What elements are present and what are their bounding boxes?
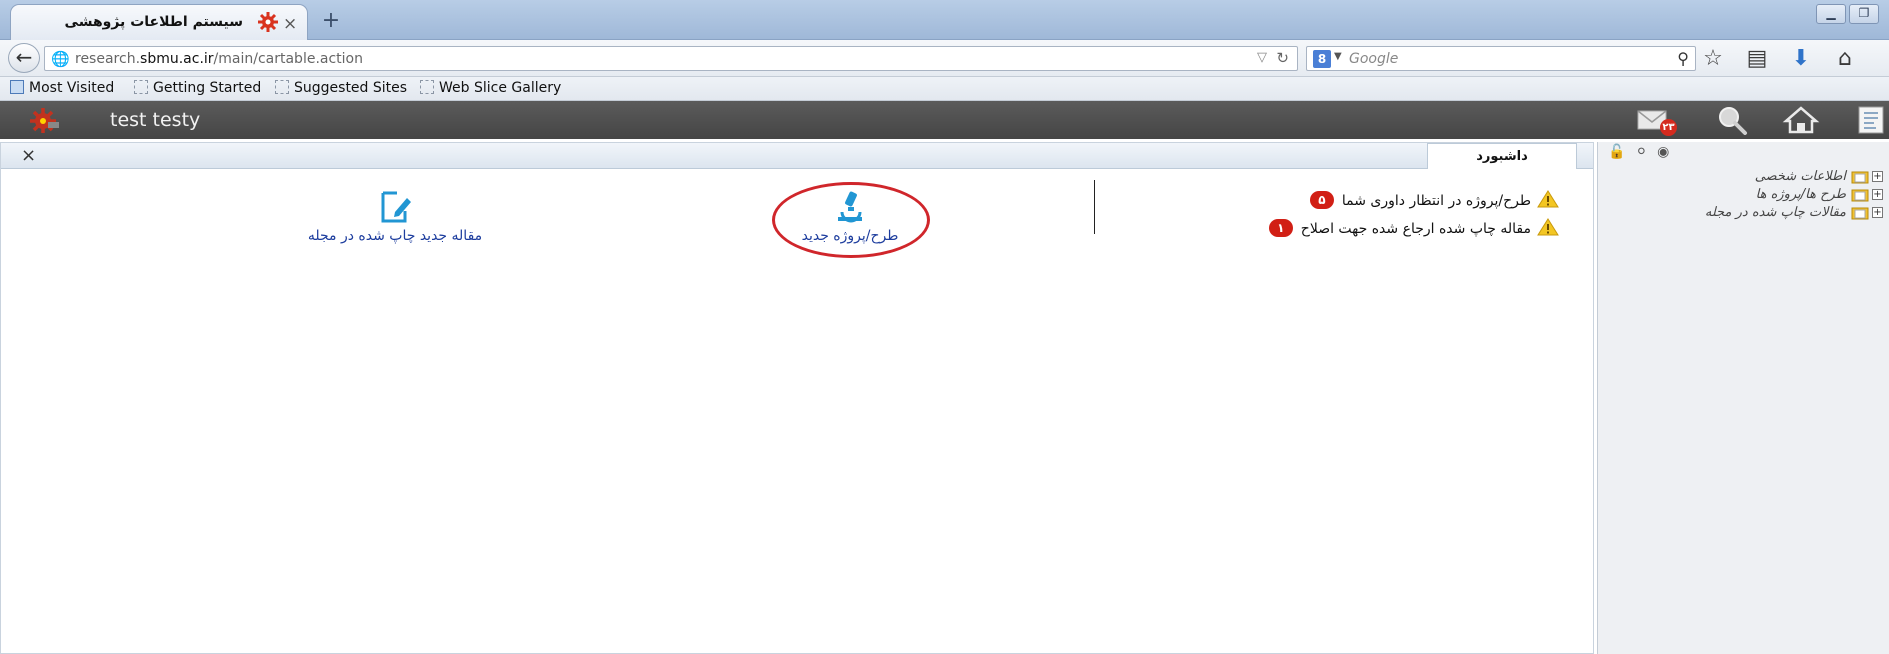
- home-icon[interactable]: [1782, 105, 1820, 135]
- ie-icon: [10, 80, 24, 94]
- toolbar-icons: ☆ ▤ ⬇ ⌂: [1700, 46, 1858, 71]
- bookmarks-toolbar: Most Visited Getting Started Suggested S…: [0, 77, 1889, 101]
- tab-title: سیستم اطلاعات پژوهشی: [64, 14, 243, 30]
- notification-text: مقاله چاپ شده ارجاع شده جهت اصلاح: [1300, 221, 1531, 237]
- university-emblem-icon: [1858, 106, 1884, 134]
- folder-icon: [1851, 189, 1869, 202]
- url-text: research.sbmu.ac.ir/main/cartable.action: [75, 51, 363, 67]
- home-icon[interactable]: ⌂: [1832, 46, 1858, 71]
- browser-tab[interactable]: × سیستم اطلاعات پژوهشی: [10, 4, 308, 40]
- notification-pending-review[interactable]: طرح/پروژه در انتظار داوری شما ۵: [1309, 190, 1559, 209]
- restore-button[interactable]: ❐: [1849, 4, 1879, 24]
- count-badge: ۱: [1268, 219, 1293, 237]
- bookmark-label: Most Visited: [29, 80, 115, 96]
- edit-document-icon: [381, 191, 411, 223]
- search-engine-icon[interactable]: 8: [1313, 50, 1331, 68]
- bookmark-label: Suggested Sites: [294, 80, 408, 96]
- search-icon[interactable]: [1714, 105, 1752, 135]
- notification-text: طرح/پروژه در انتظار داوری شما: [1341, 193, 1531, 209]
- user-name: test testy: [110, 109, 201, 131]
- tree-item-projects[interactable]: + طرح ها/پروژه ها: [1705, 186, 1883, 203]
- sidebar-tools: 🔓 ⚪ ◉: [1608, 144, 1669, 160]
- app-logo-icon[interactable]: [26, 106, 60, 134]
- url-dropdown-icon[interactable]: ▽: [1257, 50, 1267, 65]
- back-arrow-icon[interactable]: ←: [8, 43, 40, 73]
- new-article-label: مقاله جدید چاپ شده در مجله: [307, 228, 483, 244]
- browser-titlebar: × سیستم اطلاعات پژوهشی + ▁ ❐: [0, 0, 1889, 40]
- magnifier-icon: [1719, 107, 1747, 135]
- tree-label: طرح ها/پروژه ها: [1755, 187, 1846, 202]
- warning-icon: [1537, 218, 1559, 236]
- screen: × سیستم اطلاعات پژوهشی + ▁ ❐ ← 🌐 researc…: [0, 0, 1889, 654]
- emblem-icon[interactable]: [1856, 105, 1886, 135]
- bookmark-icon: [420, 80, 434, 94]
- pane-tabbar: × داشبورد: [1, 143, 1593, 169]
- warning-icon: [1537, 190, 1559, 208]
- menu-tree: + اطلاعات شخصی + طرح ها/پروژه ها + مقالا…: [1705, 168, 1883, 222]
- count-badge: ۵: [1309, 191, 1334, 209]
- tab-dashboard[interactable]: داشبورد: [1427, 143, 1577, 169]
- folder-icon: [1851, 171, 1869, 184]
- bookmark-suggested-sites[interactable]: Suggested Sites: [275, 80, 407, 96]
- url-prefix: research.: [75, 51, 141, 67]
- tree-item-personal-info[interactable]: + اطلاعات شخصی: [1705, 168, 1883, 185]
- globe-icon: 🌐: [51, 50, 70, 68]
- gear-logo-icon: [258, 12, 278, 32]
- tree-label: اطلاعات شخصی: [1754, 169, 1846, 184]
- app-header: test testy ۲۳: [0, 101, 1889, 139]
- tree-item-articles[interactable]: + مقالات چاپ شده در مجله: [1705, 204, 1883, 221]
- unlock-icon[interactable]: 🔓: [1608, 144, 1625, 160]
- expand-icon[interactable]: +: [1872, 189, 1883, 200]
- settings-icon[interactable]: ◉: [1657, 144, 1669, 160]
- new-article-button[interactable]: مقاله جدید چاپ شده در مجله: [300, 190, 490, 244]
- window-controls: ▁ ❐: [1816, 4, 1879, 24]
- folder-icon: [1851, 207, 1869, 220]
- right-sidebar: 🔓 ⚪ ◉ + اطلاعات شخصی + طرح ها/پروژه ها +…: [1597, 142, 1889, 654]
- url-path: /main/cartable.action: [213, 51, 363, 67]
- new-tab-button[interactable]: +: [316, 8, 346, 34]
- expand-icon[interactable]: +: [1872, 207, 1883, 218]
- house-icon: [1782, 106, 1820, 134]
- browser-navbar: ← 🌐 research.sbmu.ac.ir/main/cartable.ac…: [0, 40, 1889, 77]
- url-domain: sbmu.ac.ir: [140, 51, 214, 67]
- search-icon[interactable]: ⚲: [1677, 49, 1689, 68]
- reload-icon[interactable]: ↻: [1276, 49, 1289, 67]
- vertical-divider: [1094, 180, 1095, 234]
- bookmarks-menu-icon[interactable]: ▤: [1744, 46, 1770, 71]
- search-engine-dropdown-icon[interactable]: ▼: [1334, 51, 1342, 62]
- search-bar[interactable]: 8 ▼ Google ⚲: [1306, 46, 1696, 71]
- download-icon[interactable]: ⬇: [1788, 46, 1814, 71]
- address-bar[interactable]: 🌐 research.sbmu.ac.ir/main/cartable.acti…: [44, 46, 1298, 71]
- notification-article-revision[interactable]: مقاله چاپ شده ارجاع شده جهت اصلاح ۱: [1268, 218, 1559, 237]
- tree-label: مقالات چاپ شده در مجله: [1704, 205, 1846, 220]
- search-placeholder: Google: [1349, 51, 1399, 67]
- tab-close-button[interactable]: ×: [283, 14, 297, 34]
- bookmark-star-icon[interactable]: ☆: [1700, 46, 1726, 71]
- expand-icon[interactable]: +: [1872, 171, 1883, 182]
- bookmark-label: Web Slice Gallery: [439, 80, 562, 96]
- bookmark-getting-started[interactable]: Getting Started: [134, 80, 261, 96]
- bookmark-label: Getting Started: [153, 80, 262, 96]
- close-icon[interactable]: ×: [21, 145, 36, 166]
- bookmark-web-slice-gallery[interactable]: Web Slice Gallery: [420, 80, 561, 96]
- mail-icon[interactable]: ۲۳: [1636, 105, 1677, 136]
- bookmark-icon: [134, 80, 148, 94]
- minimize-button[interactable]: ▁: [1816, 4, 1846, 24]
- mail-count-badge: ۲۳: [1660, 119, 1677, 136]
- highlight-circle: [772, 182, 930, 258]
- refresh-icon[interactable]: ⚪: [1635, 144, 1647, 160]
- bookmark-most-visited[interactable]: Most Visited: [10, 80, 114, 96]
- bookmark-icon: [275, 80, 289, 94]
